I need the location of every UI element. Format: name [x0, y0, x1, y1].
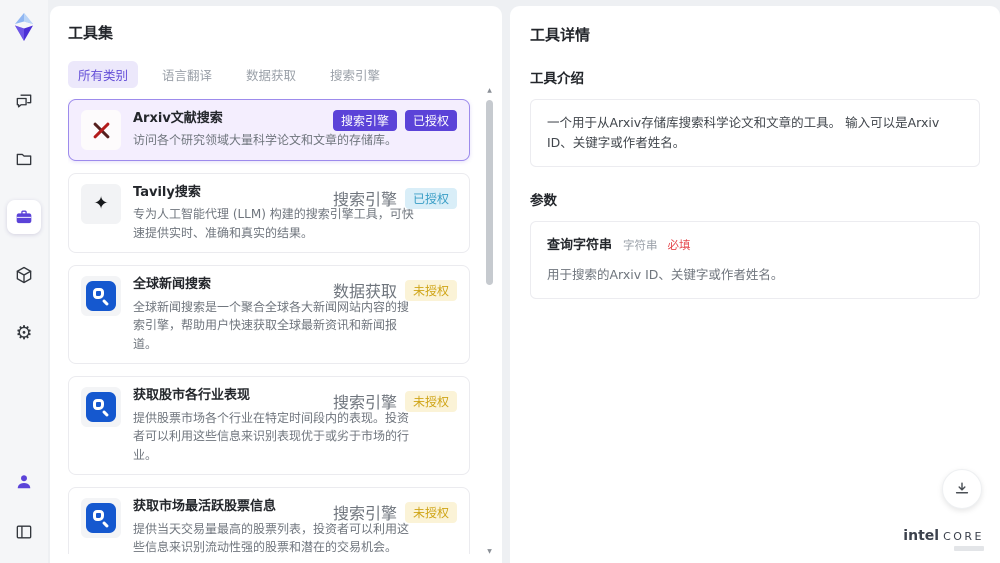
app-window: ⚙ 工具集 所有类别 语言翻译 数据获取 搜索引擎 Arxiv文献搜索 访问各个…	[0, 0, 1000, 563]
tool-category-tag: 搜索引擎	[332, 504, 397, 524]
intel-core-logo: intel CORE	[903, 525, 984, 551]
tab-label: 语言翻译	[162, 68, 213, 83]
tool-tags: 搜索引擎 未授权	[333, 387, 457, 415]
tab-label: 数据获取	[246, 68, 297, 83]
tool-list-panel: 工具集 所有类别 语言翻译 数据获取 搜索引擎 Arxiv文献搜索 访问各个研究领域大…	[50, 6, 502, 563]
category-tabs: 所有类别 语言翻译 数据获取 搜索引擎	[68, 61, 484, 88]
param-description: 用于搜索的Arxiv ID、关键字或作者姓名。	[547, 266, 784, 282]
tavily-star-icon: ✦	[81, 184, 121, 224]
tool-auth-badge: 已授权	[404, 110, 457, 131]
scrollbar-up-arrow[interactable]: ▲	[485, 88, 494, 94]
app-logo-icon	[9, 10, 39, 44]
core-logo-text: CORE	[943, 530, 984, 543]
scrollbar-thumb[interactable]	[486, 100, 493, 285]
tool-tags: 搜索引擎 已授权	[333, 184, 457, 212]
intro-text: 一个用于从Arxiv存储库搜索科学论文和文章的工具。 输入可以是Arxiv ID…	[547, 115, 940, 150]
download-button[interactable]	[942, 469, 982, 509]
blue-search-icon	[81, 498, 121, 539]
param-header: 查询字符串 字符串 必填	[547, 235, 963, 257]
sidebar-bottom	[7, 465, 41, 549]
param-name: 查询字符串	[547, 238, 613, 253]
category-tab[interactable]: 数据获取	[236, 61, 306, 88]
tool-card[interactable]: ✦ Tavily搜索 专为人工智能代理 (LLM) 构建的搜索引擎工具，可快速提…	[68, 173, 470, 254]
blue-search-icon	[81, 387, 121, 428]
tool-auth-badge: 未授权	[404, 501, 457, 523]
param-required-badge: 必填	[667, 238, 691, 252]
blue-search-icon	[81, 276, 121, 317]
category-tab[interactable]: 搜索引擎	[320, 61, 390, 88]
tool-list: Arxiv文献搜索 访问各个研究领域大量科学论文和文章的存储库。 搜索引擎 已授…	[68, 99, 484, 554]
tool-tags: 搜索引擎 未授权	[333, 498, 457, 526]
intro-text-box: 一个用于从Arxiv存储库搜索科学论文和文章的工具。 输入可以是Arxiv ID…	[530, 99, 980, 167]
settings-gear-icon[interactable]: ⚙	[7, 316, 41, 350]
sidebar: ⚙	[0, 0, 48, 563]
cube-icon[interactable]	[7, 258, 41, 292]
detail-title: 工具详情	[530, 26, 591, 44]
user-avatar-icon[interactable]	[7, 465, 41, 499]
tool-card[interactable]: Arxiv文献搜索 访问各个研究领域大量科学论文和文章的存储库。 搜索引擎 已授…	[68, 99, 470, 161]
sidebar-nav: ⚙	[7, 84, 41, 350]
arxiv-logo-icon	[81, 110, 121, 150]
tool-description: 全球新闻搜索是一个聚合全球各大新闻网站内容的搜索引擎，帮助用户快速获取全球最新资…	[133, 299, 410, 351]
param-box: 查询字符串 字符串 必填 用于搜索的Arxiv ID、关键字或作者姓名。	[530, 221, 980, 299]
brand-submark	[954, 546, 984, 551]
tool-auth-badge: 未授权	[404, 390, 457, 412]
chat-icon[interactable]	[7, 84, 41, 118]
tab-label: 搜索引擎	[330, 68, 381, 83]
tool-tags: 数据获取 未授权	[333, 276, 457, 304]
category-tab[interactable]: 所有类别	[68, 61, 139, 88]
tool-detail-panel: 工具详情 工具介绍 一个用于从Arxiv存储库搜索科学论文和文章的工具。 输入可…	[510, 6, 1000, 563]
scrollbar[interactable]: ▲ ▼	[485, 88, 494, 555]
params-heading: 参数	[530, 193, 557, 209]
tool-description: 提供股票市场各个行业在特定时间段内的表现。投资者可以利用这些信息来识别表现优于或…	[133, 410, 410, 462]
tool-category-tag: 搜索引擎	[332, 110, 397, 131]
tool-category-tag: 搜索引擎	[332, 393, 397, 413]
tool-card[interactable]: 获取市场最活跃股票信息 提供当天交易量最高的股票列表，投资者可以利用这些信息来识…	[68, 487, 470, 554]
intel-logo-text: intel	[903, 528, 940, 544]
tool-category-tag: 数据获取	[332, 282, 397, 302]
tool-auth-badge: 已授权	[404, 187, 457, 209]
tool-category-tag: 搜索引擎	[332, 190, 397, 209]
toolbox-icon[interactable]	[7, 200, 41, 234]
panel-toggle-icon[interactable]	[7, 515, 41, 549]
tool-auth-badge: 未授权	[404, 279, 457, 301]
category-tab[interactable]: 语言翻译	[152, 61, 222, 88]
page-title: 工具集	[68, 24, 114, 42]
tool-description: 访问各个研究领域大量科学论文和文章的存储库。	[133, 133, 398, 148]
folder-icon[interactable]	[7, 142, 41, 176]
tool-card[interactable]: 全球新闻搜索 全球新闻搜索是一个聚合全球各大新闻网站内容的搜索引擎，帮助用户快速…	[68, 265, 470, 365]
tool-tags: 搜索引擎 已授权	[332, 110, 457, 131]
tool-card[interactable]: 获取股市各行业表现 提供股票市场各个行业在特定时间段内的表现。投资者可以利用这些…	[68, 376, 470, 476]
param-type: 字符串	[623, 238, 658, 252]
intro-heading: 工具介绍	[530, 71, 584, 87]
scrollbar-down-arrow[interactable]: ▼	[485, 549, 494, 555]
tab-label: 所有类别	[78, 68, 129, 83]
